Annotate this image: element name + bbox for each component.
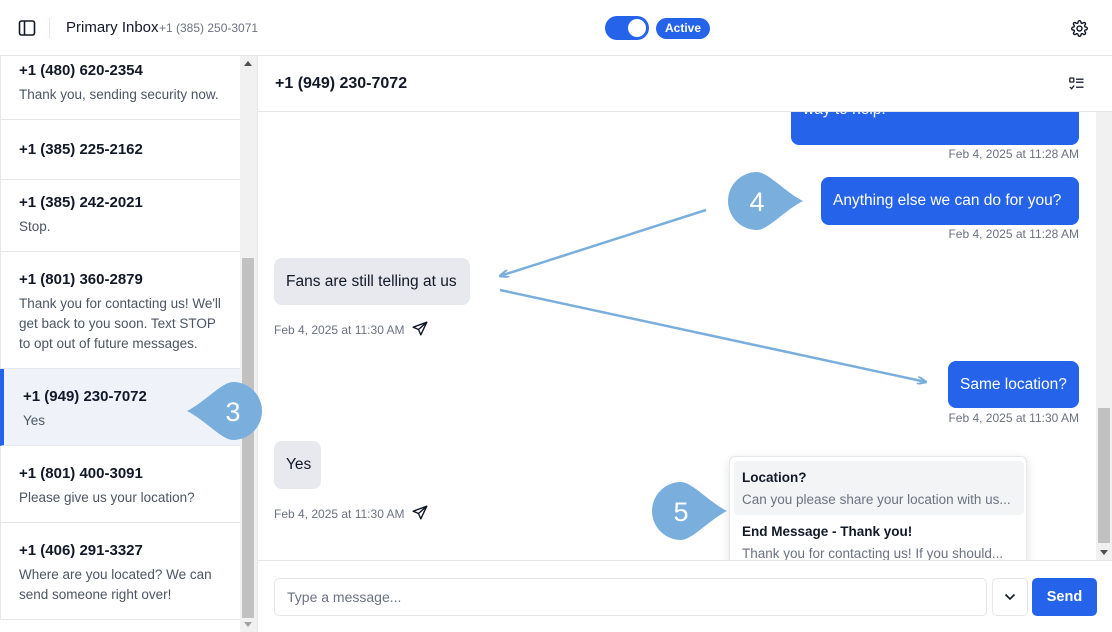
- message-timestamp: Feb 4, 2025 at 11:30 AM: [274, 323, 405, 337]
- header-divider: [49, 18, 50, 38]
- scroll-down-arrow-icon[interactable]: [1100, 550, 1108, 555]
- message-timestamp: Feb 4, 2025 at 11:30 AM: [948, 411, 1079, 425]
- conversation-phone: +1 (385) 242-2021: [19, 194, 143, 211]
- conversation-phone: +1 (385) 225-2162: [19, 141, 143, 158]
- message-text: Fans are still telling at us: [286, 273, 457, 290]
- chevron-down-icon: [1004, 593, 1016, 601]
- message-bubble-outgoing: way to help.: [791, 112, 1079, 145]
- message-composer: Send: [258, 560, 1112, 632]
- sidebar-toggle-icon[interactable]: [18, 19, 36, 37]
- template-item-location[interactable]: Location? Can you please share your loca…: [734, 461, 1024, 515]
- conversation-preview: Thank you for contacting us! We'll get b…: [19, 296, 221, 351]
- sidebar-scroll-thumb[interactable]: [242, 258, 254, 618]
- conversation-phone: +1 (801) 360-2879: [19, 271, 143, 288]
- message-input[interactable]: [274, 578, 987, 616]
- message-scrollbar[interactable]: [1096, 112, 1112, 560]
- sidebar-scrollbar[interactable]: [240, 56, 257, 632]
- scroll-up-arrow-icon[interactable]: [244, 61, 252, 66]
- conversation-item[interactable]: +1 (480) 620-2354 Thank you, sending sec…: [0, 56, 240, 120]
- conversation-preview: Where are you located? We can send someo…: [19, 567, 212, 602]
- conversation-item[interactable]: +1 (406) 291-3327 Where are you located?…: [0, 523, 240, 620]
- message-timestamp: Feb 4, 2025 at 11:28 AM: [948, 147, 1079, 161]
- message-text: Anything else we can do for you?: [833, 192, 1062, 209]
- conversation-item-active[interactable]: +1 (949) 230-7072 Yes: [0, 369, 240, 446]
- message-bubble-incoming: Fans are still telling at us: [274, 258, 470, 305]
- inbox-title: Primary Inbox: [66, 19, 159, 36]
- active-toggle[interactable]: [605, 16, 649, 40]
- templates-dropdown-button[interactable]: [992, 578, 1028, 616]
- template-title: Location?: [742, 470, 807, 485]
- conversation-item[interactable]: +1 (801) 400-3091 Please give us your lo…: [0, 446, 240, 523]
- conversation-preview: Thank you, sending security now.: [19, 87, 219, 102]
- conversation-phone: +1 (406) 291-3327: [19, 542, 143, 559]
- conversation-item[interactable]: +1 (385) 242-2021 Stop.: [0, 180, 240, 252]
- conversation-phone: +1 (801) 400-3091: [19, 465, 143, 482]
- chat-header: +1 (949) 230-7072: [258, 56, 1112, 112]
- template-body: Can you please share your location with …: [742, 492, 1011, 507]
- checklist-icon[interactable]: [1069, 77, 1084, 91]
- conversation-preview: Please give us your location?: [19, 490, 195, 505]
- toggle-knob: [628, 19, 646, 37]
- chat-title: +1 (949) 230-7072: [275, 75, 408, 92]
- message-text: Same location?: [960, 376, 1067, 393]
- sent-paper-plane-icon: [412, 321, 428, 336]
- inbox-phone-number: +1 (385) 250-3071: [159, 21, 259, 35]
- conversation-item[interactable]: +1 (385) 225-2162: [0, 120, 240, 180]
- quick-reply-templates-menu: Location? Can you please share your loca…: [729, 456, 1027, 573]
- message-text: way to help.: [803, 112, 886, 121]
- message-text: Yes: [286, 456, 312, 473]
- scroll-down-arrow-icon[interactable]: [244, 622, 252, 627]
- template-title: End Message - Thank you!: [742, 524, 913, 539]
- message-scroll-thumb[interactable]: [1098, 408, 1110, 543]
- message-bubble-outgoing: Same location?: [948, 361, 1079, 408]
- send-button[interactable]: Send: [1032, 578, 1097, 616]
- conversation-preview: Yes: [23, 413, 46, 428]
- top-header: Primary Inbox +1 (385) 250-3071 Active: [0, 0, 1112, 56]
- conversation-phone: +1 (480) 620-2354: [19, 62, 143, 79]
- status-badge: Active: [656, 18, 711, 39]
- conversation-phone: +1 (949) 230-7072: [23, 388, 147, 405]
- conversation-preview: Stop.: [19, 219, 51, 234]
- conversation-list: +1 (480) 620-2354 Thank you, sending sec…: [0, 56, 240, 620]
- message-timestamp: Feb 4, 2025 at 11:28 AM: [948, 227, 1079, 241]
- message-timestamp: Feb 4, 2025 at 11:30 AM: [274, 507, 405, 521]
- conversation-sidebar: +1 (480) 620-2354 Thank you, sending sec…: [0, 56, 258, 632]
- sent-paper-plane-icon: [412, 505, 428, 520]
- message-bubble-outgoing: Anything else we can do for you?: [821, 177, 1079, 225]
- message-bubble-incoming: Yes: [274, 441, 321, 489]
- conversation-item[interactable]: +1 (801) 360-2879 Thank you for contacti…: [0, 252, 240, 369]
- gear-icon[interactable]: [1071, 20, 1088, 37]
